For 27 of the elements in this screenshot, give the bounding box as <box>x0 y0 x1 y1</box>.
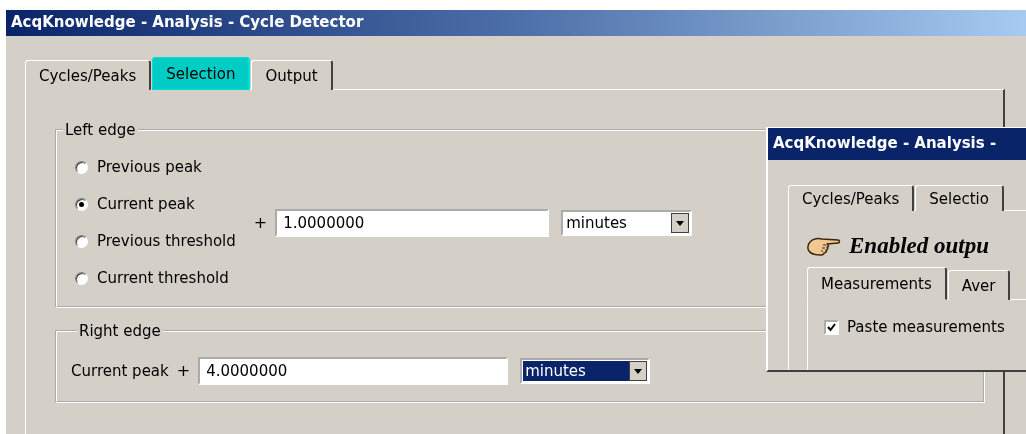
unit-dropdown[interactable]: minutes <box>561 209 693 236</box>
offset-field[interactable]: 1.0000000 <box>275 208 550 237</box>
tab[interactable]: Output <box>251 60 333 90</box>
group-title: Left edge <box>64 121 137 139</box>
radio-icon[interactable] <box>75 234 88 248</box>
offset-field[interactable]: 4.0000000 <box>198 356 509 385</box>
window-title: AcqKnowledge - Analysis - Cycle Detector <box>11 13 364 31</box>
radio-option[interactable]: Previous peak <box>75 148 236 186</box>
window-title: AcqKnowledge - Analysis - <box>773 134 997 152</box>
tab[interactable]: Measurements <box>807 267 947 300</box>
plus-sign: + <box>176 361 191 380</box>
tab[interactable]: Selection <box>152 57 251 90</box>
group-title: Right edge <box>78 322 162 340</box>
radio-icon[interactable] <box>75 160 88 174</box>
tab[interactable]: Cycles/Peaks <box>25 60 152 90</box>
tab[interactable]: Cycles/Peaks <box>788 185 915 211</box>
section-heading: Enabled outpu <box>849 233 989 259</box>
radio-option[interactable]: Current peak <box>75 185 236 223</box>
radio-option[interactable]: Current threshold <box>75 259 236 297</box>
tab[interactable]: Selectio <box>915 185 1004 211</box>
checkbox[interactable] <box>824 319 839 335</box>
unit-dropdown[interactable]: minutes <box>520 357 651 384</box>
tab[interactable]: Aver <box>947 270 1011 300</box>
checkbox-option[interactable]: Paste measurements <box>824 318 1026 336</box>
plus-sign: + <box>253 213 268 232</box>
radio-option[interactable]: Previous threshold <box>75 222 236 260</box>
anchor-label: Current peak <box>71 361 169 380</box>
